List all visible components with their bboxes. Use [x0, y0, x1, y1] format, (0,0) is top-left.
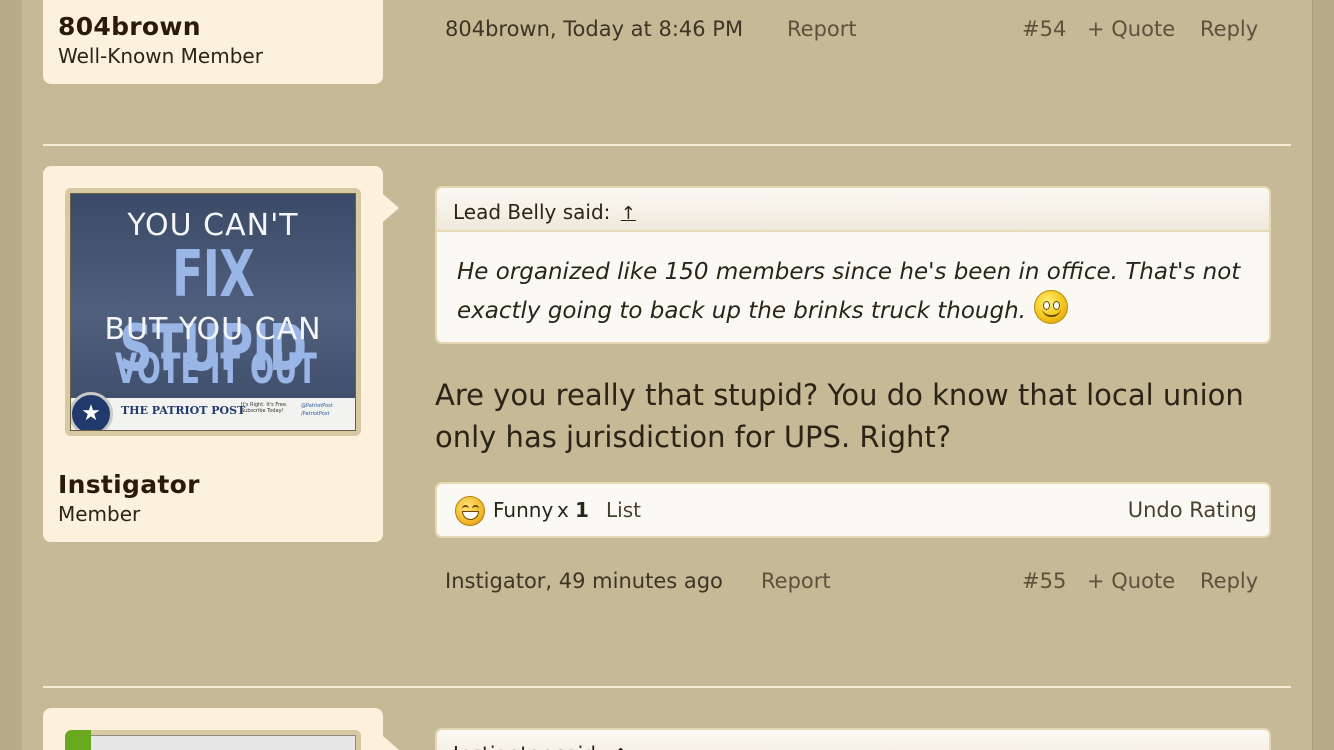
- avatar-brand: THE PATRIOT POST: [121, 404, 246, 417]
- rating-label: Funny: [493, 498, 554, 522]
- avatar[interactable]: YOU CAN'T FIX STUPID BUT YOU CAN VOTE IT…: [65, 188, 361, 436]
- quote-text: He organized like 150 members since he's…: [457, 259, 1241, 324]
- jump-to-quote-icon[interactable]: ↑: [621, 203, 636, 224]
- avatar-image: [70, 735, 356, 750]
- quote-body: He organized like 150 members since he's…: [437, 232, 1269, 347]
- post-author-time[interactable]: 804brown, Today at 8:46 PM: [445, 17, 743, 41]
- reply-button[interactable]: Reply: [1200, 17, 1258, 41]
- quote-button[interactable]: + Quote: [1087, 569, 1175, 593]
- report-link[interactable]: Report: [761, 569, 831, 593]
- page-right-edge: [1312, 0, 1334, 750]
- avatar-text: BUT YOU CAN: [104, 312, 322, 347]
- quote-block: Instigator said: ↑: [435, 728, 1271, 750]
- online-indicator: [65, 730, 91, 750]
- post-divider: [43, 686, 1291, 688]
- jump-to-quote-icon[interactable]: ↑: [613, 745, 628, 750]
- post-number-link[interactable]: #54: [1022, 17, 1066, 41]
- quote-author: Lead Belly said:: [453, 200, 611, 224]
- quote-block: Lead Belly said: ↑ He organized like 150…: [435, 186, 1271, 344]
- smile-emoji-icon: [1034, 290, 1068, 324]
- thread-page: 804brown Well-Known Member 804brown, Tod…: [22, 0, 1312, 750]
- quote-header: Lead Belly said: ↑: [437, 188, 1269, 232]
- user-info-footer: Instigator Member: [43, 456, 383, 542]
- username[interactable]: Instigator: [58, 470, 200, 499]
- user-title: Member: [58, 502, 141, 526]
- avatar-social: @PatriotPost /PatriotPost: [301, 403, 333, 417]
- avatar-image: YOU CAN'T FIX STUPID BUT YOU CAN VOTE IT…: [70, 193, 356, 431]
- username[interactable]: 804brown: [58, 12, 201, 41]
- post-arrow: [383, 736, 399, 750]
- rating-bar: Funny x 1 List Undo Rating: [435, 482, 1271, 538]
- avatar-tagline: It's Right. It's Free. Subscribe Today!: [241, 402, 288, 414]
- rating-count: 1: [575, 498, 589, 522]
- avatar[interactable]: [65, 730, 361, 750]
- rating-list-link[interactable]: List: [606, 498, 641, 522]
- post-message: Are you really that stupid? You do know …: [435, 378, 1244, 454]
- avatar-footer: ★ THE PATRIOT POST It's Right. It's Free…: [71, 392, 355, 430]
- star-icon: ★: [71, 392, 113, 430]
- funny-rating-icon[interactable]: [455, 496, 485, 526]
- reply-button[interactable]: Reply: [1200, 569, 1258, 593]
- user-title: Well-Known Member: [58, 44, 263, 68]
- quote-author: Instigator said:: [453, 742, 603, 750]
- rating-times: x: [557, 498, 569, 522]
- post-author-time[interactable]: Instigator, 49 minutes ago: [445, 569, 723, 593]
- user-info-box: 804brown Well-Known Member: [43, 0, 383, 84]
- quote-button[interactable]: + Quote: [1087, 17, 1175, 41]
- post-arrow: [383, 194, 399, 222]
- post-number-link[interactable]: #55: [1022, 569, 1066, 593]
- user-info-box: [43, 708, 383, 750]
- report-link[interactable]: Report: [787, 17, 857, 41]
- user-info-box: YOU CAN'T FIX STUPID BUT YOU CAN VOTE IT…: [43, 166, 383, 542]
- post-divider: [43, 144, 1291, 146]
- quote-header: Instigator said: ↑: [437, 730, 1269, 750]
- undo-rating-link[interactable]: Undo Rating: [1128, 498, 1257, 522]
